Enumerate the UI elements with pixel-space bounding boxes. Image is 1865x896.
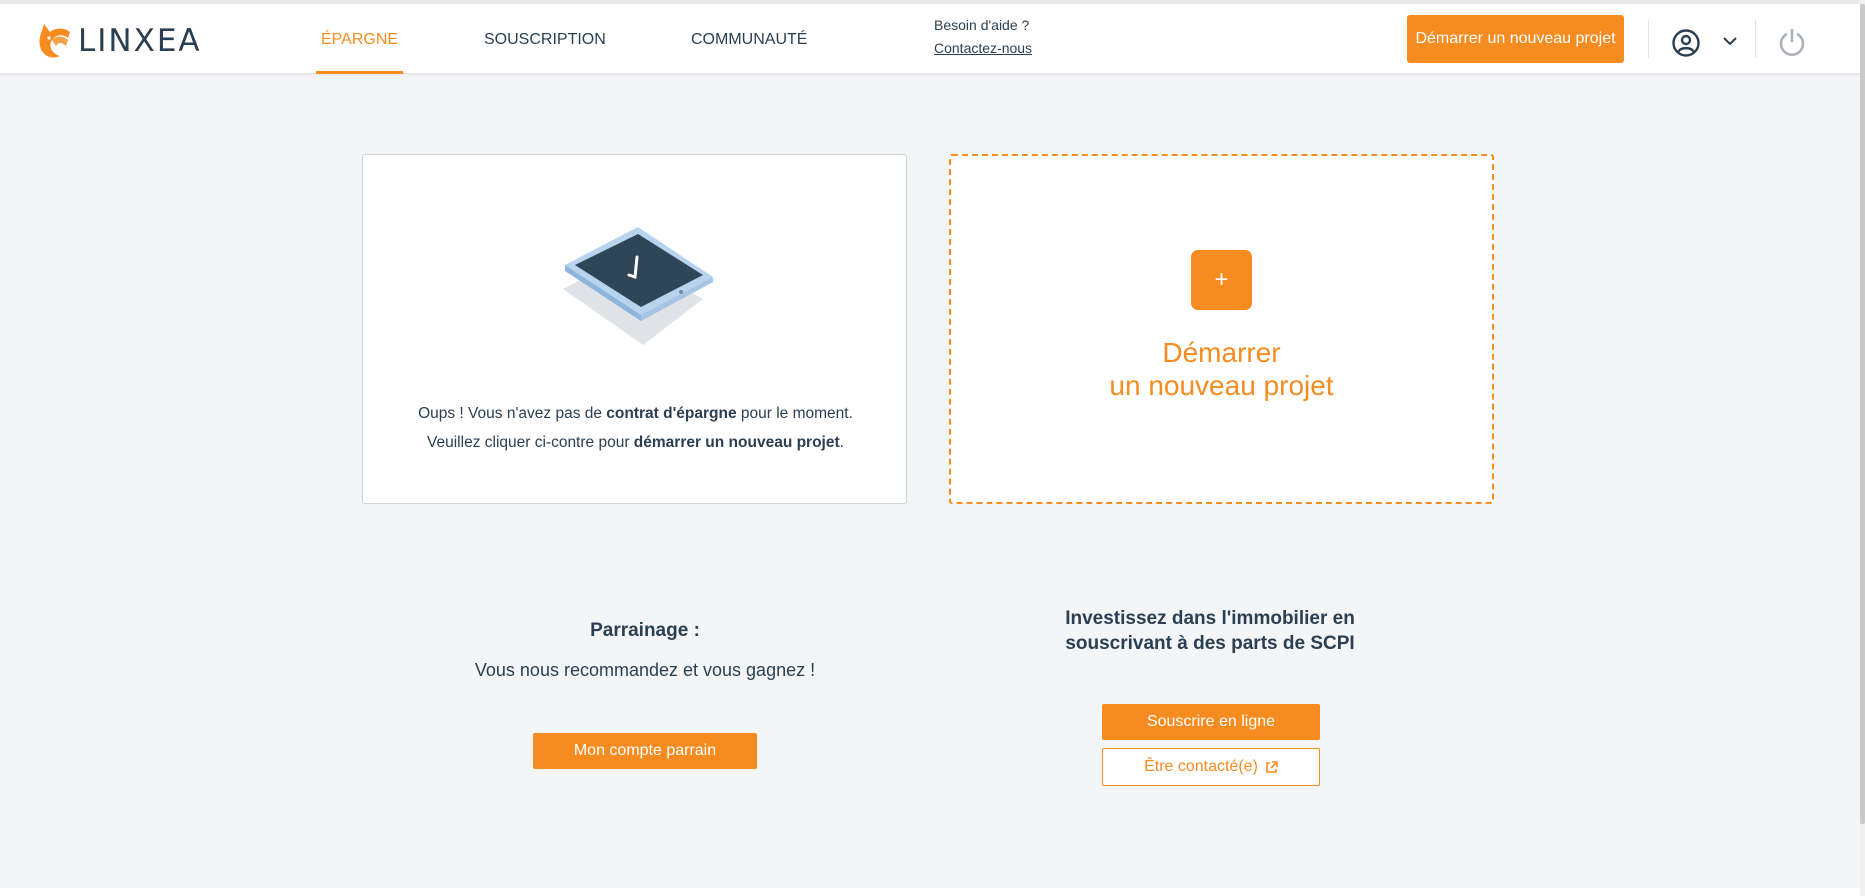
empty-message-line-1: Oups ! Vous n'avez pas de contrat d'épar… <box>418 405 853 422</box>
empty-message-line-2: Veuillez cliquer ci-contre pour démarrer… <box>427 434 844 451</box>
tablet-illustration-icon <box>563 227 713 345</box>
nav-epargne[interactable]: ÉPARGNE <box>316 4 404 74</box>
fox-logo-icon <box>39 24 70 58</box>
be-contacted-label: Être contacté(e) <box>1144 758 1258 775</box>
empty-state-message: Oups ! Vous n'avez pas de contrat d'épar… <box>363 399 908 457</box>
contact-link[interactable]: Contactez-nous <box>934 40 1032 56</box>
scpi-title-line-1: Investissez dans l'immobilier en <box>1065 608 1355 629</box>
header-divider <box>1648 20 1649 58</box>
new-project-title: Démarrer un nouveau projet <box>951 336 1492 402</box>
help-question: Besoin d'aide ? <box>934 17 1030 33</box>
help-block: Besoin d'aide ? Contactez-nous <box>934 17 1032 56</box>
external-link-icon <box>1266 760 1278 773</box>
power-icon <box>1779 28 1805 56</box>
scpi-section: Investissez dans l'immobilier en souscri… <box>1040 606 1380 786</box>
scrollbar-thumb[interactable] <box>1860 4 1865 824</box>
new-project-title-line-1: Démarrer <box>1162 337 1281 368</box>
linxea-logo[interactable]: LINXEA <box>38 16 202 66</box>
top-navbar: LINXEA ÉPARGNE SOUSCRIPTION COMMUNAUTÉ B… <box>0 4 1860 74</box>
account-dropdown[interactable] <box>1719 30 1741 52</box>
referral-title: Parrainage : <box>590 620 700 641</box>
scpi-title: Investissez dans l'immobilier en souscri… <box>1040 606 1380 656</box>
new-project-card[interactable]: + Démarrer un nouveau projet <box>949 154 1494 504</box>
subscribe-online-button[interactable]: Souscrire en ligne <box>1102 704 1320 740</box>
page-bottom-strip <box>0 888 1860 896</box>
header-divider <box>1755 20 1756 58</box>
new-project-title-line-2: un nouveau projet <box>1109 370 1334 401</box>
nav-souscription[interactable]: SOUSCRIPTION <box>479 4 611 74</box>
be-contacted-button[interactable]: Être contacté(e) <box>1102 748 1320 786</box>
referral-subtitle: Vous nous recommandez et vous gagnez ! <box>474 660 816 680</box>
user-circle-icon <box>1672 29 1700 57</box>
plus-icon: + <box>1191 250 1252 310</box>
referral-account-button[interactable]: Mon compte parrain <box>533 733 757 769</box>
empty-contracts-card: Oups ! Vous n'avez pas de contrat d'épar… <box>362 154 907 504</box>
logout-button[interactable] <box>1774 24 1810 60</box>
nav-communaute[interactable]: COMMUNAUTÉ <box>686 4 812 74</box>
scpi-title-line-2: souscrivant à des parts de SCPI <box>1065 633 1355 654</box>
logo-wordmark: LINXEA <box>78 23 202 59</box>
account-button[interactable] <box>1668 25 1704 61</box>
referral-section: Parrainage : Vous nous recommandez et vo… <box>420 620 870 769</box>
start-project-header-button[interactable]: Démarrer un nouveau projet <box>1407 15 1624 63</box>
chevron-down-icon <box>1723 37 1737 46</box>
